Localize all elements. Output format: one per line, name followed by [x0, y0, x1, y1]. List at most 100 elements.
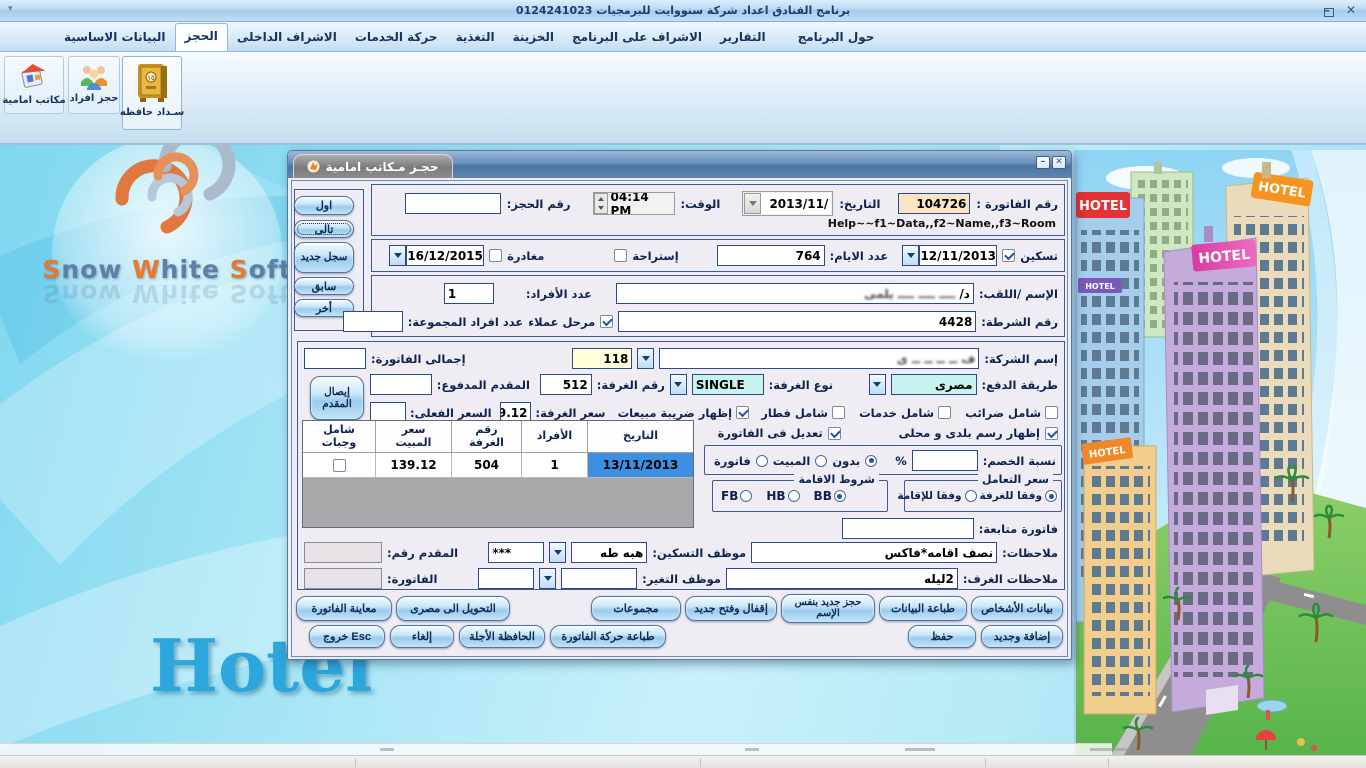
checkin-employee-field[interactable]: هبه طه: [571, 542, 647, 563]
persons-data-button[interactable]: بيانات الأشخاص: [971, 596, 1063, 621]
advance-receipt-button[interactable]: إيصال المقدم: [310, 376, 364, 420]
close-open-new-button[interactable]: إقفال وفتح جديد: [685, 596, 777, 621]
checkin-employee-combo-arrow[interactable]: [549, 542, 566, 563]
payment-method-field[interactable]: مصرى: [891, 374, 977, 395]
breakfast-checkbox[interactable]: [832, 406, 845, 419]
date-combo[interactable]: 2013/11/: [742, 191, 833, 216]
room-no-field[interactable]: 512: [540, 374, 592, 395]
discount-invoice-radio[interactable]: [756, 455, 768, 467]
nav-new-record-button[interactable]: سجل جديد: [294, 242, 354, 273]
discount-field[interactable]: [912, 450, 978, 471]
add-and-new-button[interactable]: إضافة وجديد: [981, 625, 1063, 648]
cell-room[interactable]: 504: [451, 453, 521, 478]
paid-advance-field[interactable]: [370, 374, 432, 395]
cell-date[interactable]: 13/11/2013: [587, 453, 693, 478]
nav-first-button[interactable]: اول: [294, 196, 354, 215]
discount-stay-radio[interactable]: [815, 455, 827, 467]
persons-field[interactable]: 1: [444, 283, 494, 304]
edit-invoice-checkbox[interactable]: [828, 427, 841, 440]
password-field[interactable]: ***: [488, 542, 544, 563]
invoice-preview-button[interactable]: معاينة الفاتورة: [296, 596, 392, 621]
groups-button[interactable]: مجموعات: [591, 596, 681, 621]
board-hb-radio[interactable]: [788, 490, 800, 502]
window-close-button[interactable]: ✕: [1346, 2, 1356, 18]
print-invoice-movement-button[interactable]: طباعة حركة الفاتورة: [550, 625, 666, 648]
company-name-field[interactable]: ف ــ ــ ــ ــ ى: [659, 348, 979, 369]
individual-booking-button[interactable]: حجز افراد: [68, 56, 120, 114]
departure-date-combo[interactable]: 16/12/2015: [389, 245, 484, 266]
menu-booking[interactable]: الحجز: [175, 23, 228, 51]
departure-date-arrow[interactable]: [389, 245, 406, 266]
print-data-button[interactable]: طباعة البيانات: [879, 596, 967, 621]
board-fb-option[interactable]: FB: [721, 489, 752, 503]
dialog-close-button[interactable]: ✕: [1052, 156, 1066, 169]
company-combo-arrow[interactable]: [637, 348, 654, 369]
menu-basic-data[interactable]: البيانات الاساسية: [55, 25, 175, 51]
cell-meals-checkbox[interactable]: [333, 459, 346, 472]
local-fees-checkbox[interactable]: [1045, 427, 1058, 440]
by-room-radio[interactable]: [1045, 490, 1057, 502]
change-employee-field[interactable]: [561, 568, 637, 589]
front-offices-button[interactable]: مكاتب امامية: [4, 56, 64, 114]
menu-treasury[interactable]: الخزينة: [504, 25, 563, 51]
room-type-combo-arrow[interactable]: [670, 374, 687, 395]
save-button[interactable]: حفظ: [908, 625, 976, 648]
rest-checkbox[interactable]: [614, 249, 627, 262]
days-field[interactable]: 764: [717, 245, 825, 266]
menu-services-movement[interactable]: حركة الخدمات: [346, 25, 447, 51]
cell-meals[interactable]: [303, 453, 375, 478]
deferred-portfolio-button[interactable]: الحافظة الأجلة: [459, 625, 545, 648]
safe-payment-button[interactable]: ١٥ سـداد حافظه: [122, 56, 182, 130]
sales-tax-checkbox[interactable]: [736, 406, 749, 419]
board-hb-option[interactable]: HB: [766, 489, 799, 503]
nav-next-button[interactable]: تالى: [294, 220, 354, 238]
by-stay-radio[interactable]: [965, 490, 977, 502]
invoice-no-field[interactable]: 104726: [898, 193, 970, 214]
exit-esc-button[interactable]: Esc خروج: [309, 625, 385, 648]
time-spinner-buttons[interactable]: [594, 193, 608, 214]
nights-table-row[interactable]: 13/11/2013 1 504 139.12: [303, 453, 693, 478]
time-spinner[interactable]: 04:14 PM: [593, 192, 675, 215]
menu-about[interactable]: حول البرنامج: [789, 25, 884, 51]
taxes-checkbox[interactable]: [1045, 406, 1058, 419]
cell-persons[interactable]: 1: [521, 453, 587, 478]
menu-program-supervision[interactable]: الاشراف على البرنامج: [563, 25, 711, 51]
dialog-minimize-button[interactable]: –: [1036, 156, 1050, 169]
police-no-field[interactable]: 4428: [618, 311, 976, 332]
cancel-button[interactable]: إلغاء: [390, 625, 454, 648]
checkin-checkbox[interactable]: [1002, 249, 1015, 262]
checkin-date-combo[interactable]: 12/11/2013: [902, 245, 997, 266]
window-maximize-button[interactable]: [1324, 8, 1334, 17]
company-code-field[interactable]: 118: [572, 348, 632, 369]
nav-previous-button[interactable]: سابق: [294, 277, 354, 295]
client-carry-checkbox[interactable]: [600, 315, 613, 328]
booking-no-field[interactable]: [405, 193, 501, 214]
cell-price[interactable]: 139.12: [375, 453, 451, 478]
room-type-field[interactable]: SINGLE: [692, 374, 764, 395]
guest-name-field[interactable]: د/ ــــ ــــ ــــ يلمى: [616, 283, 974, 304]
board-bb-radio[interactable]: [834, 490, 846, 502]
change-password-field[interactable]: [478, 568, 534, 589]
convert-to-egyptian-button[interactable]: التحويل الى مصرى: [396, 596, 510, 621]
services-checkbox[interactable]: [938, 406, 951, 419]
discount-none-radio[interactable]: [865, 455, 877, 467]
room-notes-field[interactable]: 2ليله: [726, 568, 958, 589]
checkin-date-arrow[interactable]: [902, 245, 919, 266]
menu-reports[interactable]: التقارير: [711, 25, 775, 51]
departure-checkbox[interactable]: [489, 249, 502, 262]
board-fb-radio[interactable]: [740, 490, 752, 502]
date-combo-arrow[interactable]: [744, 193, 761, 214]
change-employee-combo-arrow[interactable]: [539, 568, 556, 589]
quick-access-icon[interactable]: ▾: [8, 4, 13, 14]
invoice-total-field[interactable]: [304, 348, 366, 369]
dialog-titlebar[interactable]: حجـز مـكاتب امامية – ✕: [288, 151, 1071, 178]
board-bb-option[interactable]: BB: [814, 489, 846, 503]
payment-combo-arrow[interactable]: [869, 374, 886, 395]
menu-internal-supervision[interactable]: الاشراف الداخلى: [228, 25, 346, 51]
followup-invoice-field[interactable]: [842, 518, 974, 539]
menu-catering[interactable]: التغذية: [447, 25, 504, 51]
new-booking-same-name-button[interactable]: حجز جديد بنفس الإسم: [781, 594, 875, 623]
window-titlebar[interactable]: ▾ برنامج الفنادق اعداد شركة سنووايت للبر…: [0, 0, 1366, 22]
group-count-field[interactable]: [343, 311, 403, 332]
notes-field[interactable]: نصف اقامه*فاكس: [751, 542, 997, 563]
